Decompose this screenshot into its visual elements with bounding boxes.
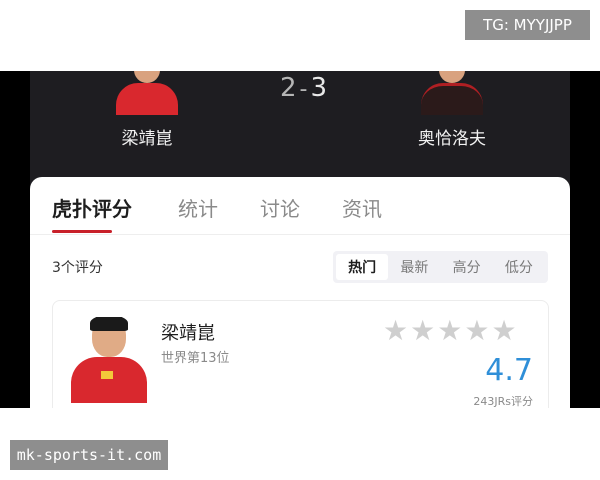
home-player[interactable]: 梁靖崑 bbox=[87, 71, 207, 149]
tab-bar: 虎扑评分 统计 讨论 资讯 bbox=[30, 177, 570, 235]
away-player-name: 奥恰洛夫 bbox=[418, 129, 486, 149]
site-watermark: mk-sports-it.com bbox=[10, 440, 168, 470]
average-score: 4.7 bbox=[485, 353, 533, 388]
rating-item[interactable]: 梁靖崑 世界第13位 ★ ★ ★ ★ ★ 4.7 243JRs评分 bbox=[52, 300, 549, 408]
vote-count: 243JRs评分 bbox=[473, 395, 533, 408]
star-rating[interactable]: ★ ★ ★ ★ ★ bbox=[383, 317, 517, 345]
tab-active-indicator bbox=[52, 230, 112, 233]
sort-low[interactable]: 低分 bbox=[493, 254, 545, 280]
tab-discussion[interactable]: 讨论 bbox=[260, 193, 300, 222]
tab-stats[interactable]: 统计 bbox=[178, 193, 218, 222]
star-icon[interactable]: ★ bbox=[464, 317, 489, 345]
away-player[interactable]: 奥恰洛夫 bbox=[392, 71, 512, 149]
sort-newest[interactable]: 最新 bbox=[388, 254, 440, 280]
video-frame: 梁靖崑 2-3 奥恰洛夫 虎扑评分 统计 讨论 资讯 3个评分 热门 最新 高分… bbox=[0, 71, 600, 408]
content-card: 虎扑评分 统计 讨论 资讯 3个评分 热门 最新 高分 低分 梁靖崑 世界第13… bbox=[30, 177, 570, 408]
match-score: 2-3 bbox=[270, 73, 340, 103]
telegram-watermark: TG: MYYJJPP bbox=[465, 10, 590, 40]
star-icon[interactable]: ★ bbox=[410, 317, 435, 345]
star-icon[interactable]: ★ bbox=[491, 317, 516, 345]
rated-player-rank: 世界第13位 bbox=[161, 351, 230, 366]
score-separator: - bbox=[299, 77, 311, 102]
home-player-avatar bbox=[112, 71, 182, 115]
away-player-avatar bbox=[417, 71, 487, 115]
home-player-name: 梁靖崑 bbox=[121, 129, 173, 149]
app-screen: 梁靖崑 2-3 奥恰洛夫 虎扑评分 统计 讨论 资讯 3个评分 热门 最新 高分… bbox=[30, 71, 570, 408]
sort-selector: 热门 最新 高分 低分 bbox=[333, 251, 548, 283]
rated-player-name: 梁靖崑 bbox=[161, 323, 215, 344]
star-icon[interactable]: ★ bbox=[383, 317, 408, 345]
tab-hupu-rating[interactable]: 虎扑评分 bbox=[52, 193, 132, 222]
page: TG: MYYJJPP 梁靖崑 2-3 奥恰洛夫 虎扑评分 统计 讨论 资讯 3… bbox=[0, 0, 600, 480]
rating-count: 3个评分 bbox=[52, 260, 103, 276]
rated-player-avatar bbox=[69, 317, 149, 403]
tab-news[interactable]: 资讯 bbox=[342, 193, 382, 222]
sort-hot[interactable]: 热门 bbox=[336, 254, 389, 280]
star-icon[interactable]: ★ bbox=[437, 317, 462, 345]
sort-high[interactable]: 高分 bbox=[441, 254, 493, 280]
home-score: 2 bbox=[279, 73, 300, 103]
away-score: 3 bbox=[310, 73, 331, 103]
